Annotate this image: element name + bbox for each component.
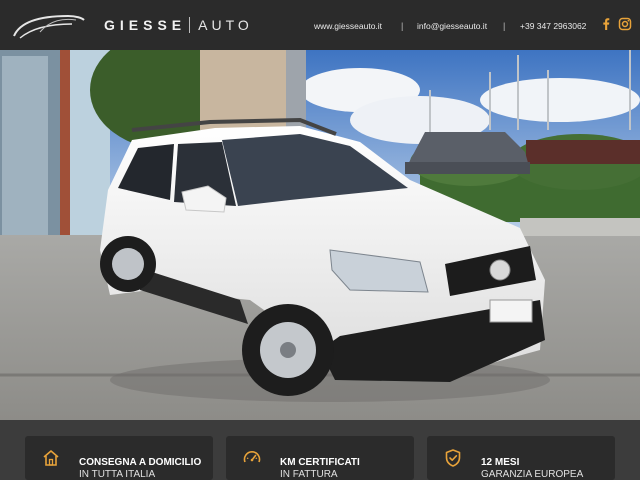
- speedometer-icon: [243, 451, 261, 463]
- feature-title: CONSEGNA A DOMICILIO: [79, 457, 202, 468]
- feature-subtitle: IN FATTURA: [280, 469, 338, 480]
- feature-subtitle: GARANZIA EUROPEA: [481, 469, 584, 480]
- contact-divider: |: [401, 21, 404, 31]
- feature-title: KM CERTIFICATI: [280, 457, 360, 468]
- contact-bar: www.giesseauto.it | info@giesseauto.it |…: [0, 18, 640, 34]
- feature-title: 12 MESI: [481, 457, 520, 468]
- feature-card-delivery: CONSEGNA A DOMICILIO IN TUTTA ITALIA: [25, 436, 213, 480]
- car-photo[interactable]: [0, 50, 640, 420]
- instagram-icon[interactable]: [618, 17, 632, 31]
- phone-link[interactable]: +39 347 2963062: [520, 18, 586, 34]
- website-link[interactable]: www.giesseauto.it: [314, 18, 382, 34]
- feature-card-warranty: 12 MESI GARANZIA EUROPEA: [427, 436, 615, 480]
- site-header: GIESSE AUTO www.giesseauto.it | info@gie…: [0, 0, 640, 50]
- shield-check-icon: [445, 449, 461, 467]
- home-icon: [43, 450, 59, 466]
- facebook-icon[interactable]: [599, 17, 613, 31]
- email-link[interactable]: info@giesseauto.it: [417, 18, 487, 34]
- feature-card-km: KM CERTIFICATI IN FATTURA: [226, 436, 414, 480]
- car-photo-image: [0, 50, 640, 420]
- features-bar: CONSEGNA A DOMICILIO IN TUTTA ITALIA KM …: [0, 420, 640, 480]
- feature-subtitle: IN TUTTA ITALIA: [79, 469, 156, 480]
- contact-divider: |: [503, 21, 506, 31]
